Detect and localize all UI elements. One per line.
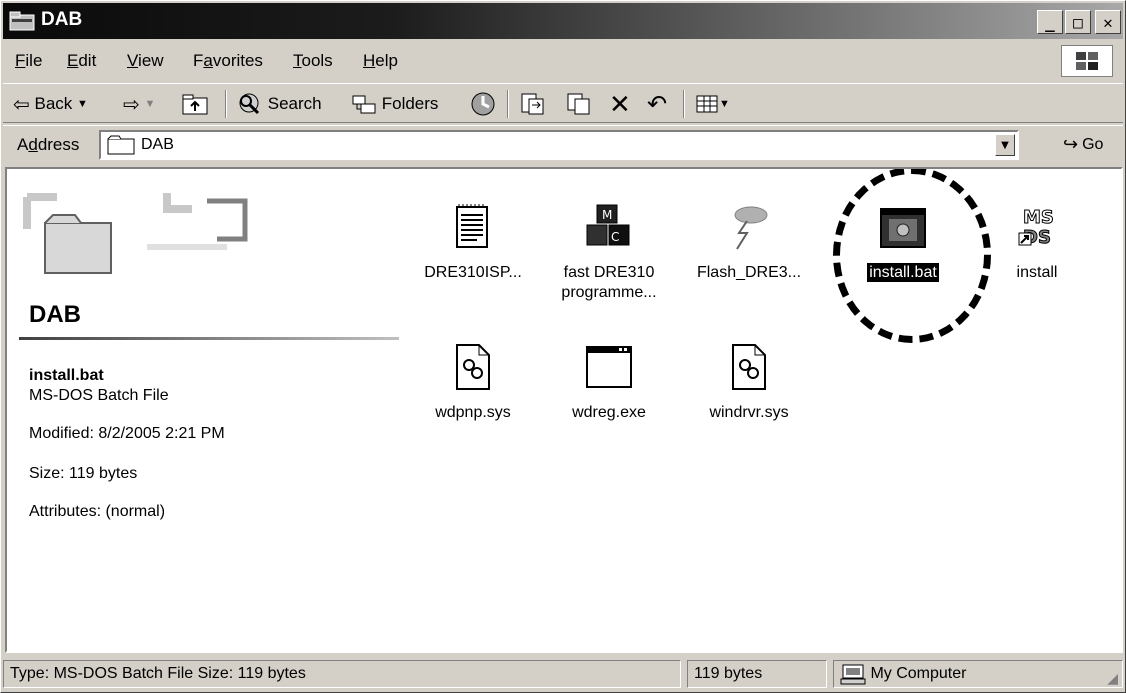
file-item-windrvr-sys[interactable]: windrvr.sys xyxy=(679,343,819,423)
move-to-icon xyxy=(521,93,544,115)
status-type: Type: MS-DOS Batch File Size: 119 bytes xyxy=(3,660,681,688)
go-button[interactable]: ↪ Go xyxy=(1063,134,1103,155)
history-button[interactable] xyxy=(469,90,497,118)
sidebar-divider xyxy=(19,337,399,340)
forward-arrow-icon: ⇨ xyxy=(123,93,140,116)
file-item-fast-dre310[interactable]: M C fast DRE310 programme... xyxy=(539,203,679,303)
move-to-button[interactable] xyxy=(519,90,547,118)
title-bar[interactable]: DAB _ □ ✕ xyxy=(3,3,1123,39)
folder-window-icon xyxy=(9,11,35,31)
modified-info: Modified: 8/2/2005 2:21 PM xyxy=(29,425,225,442)
file-item-wdpnp-sys[interactable]: wdpnp.sys xyxy=(403,343,543,423)
minimize-button[interactable]: _ xyxy=(1037,10,1063,34)
content-pane: DAB install.bat MS-DOS Batch File Modifi… xyxy=(5,167,1123,653)
folders-button[interactable]: Folders xyxy=(351,90,438,118)
search-button[interactable]: Search xyxy=(237,90,322,118)
back-arrow-icon: ⇦ xyxy=(13,93,30,116)
application-icon xyxy=(586,346,632,388)
selected-file-type: MS-DOS Batch File xyxy=(29,387,169,404)
up-folder-icon xyxy=(182,94,208,115)
views-button[interactable]: ▼ xyxy=(695,90,730,118)
window-title: DAB xyxy=(41,9,83,30)
address-value: DAB xyxy=(141,136,174,153)
history-icon xyxy=(471,92,495,116)
svg-text:MS: MS xyxy=(1023,207,1054,228)
status-bar: Type: MS-DOS Batch File Size: 119 bytes … xyxy=(3,658,1123,690)
folder-icon xyxy=(107,135,135,155)
forward-button[interactable]: ⇨ ▼ xyxy=(123,90,155,118)
address-label: Address xyxy=(17,135,80,154)
system-file-icon xyxy=(456,344,490,390)
status-size: 119 bytes xyxy=(687,660,827,688)
close-button[interactable]: ✕ xyxy=(1095,10,1121,34)
search-icon xyxy=(239,93,260,115)
highlight-dashed-circle xyxy=(833,169,991,343)
chevron-down-icon: ▼ xyxy=(77,98,88,110)
delete-x-icon: ✕ xyxy=(609,88,631,119)
menu-view[interactable]: View xyxy=(127,51,164,71)
storm-file-icon xyxy=(734,206,768,250)
menu-favorites[interactable]: Favorites xyxy=(193,51,263,71)
copy-to-button[interactable] xyxy=(565,90,593,118)
msdos-shortcut-icon: MS DS xyxy=(1018,207,1054,249)
notepad-file-icon xyxy=(456,204,488,248)
menu-file[interactable]: File xyxy=(15,51,42,71)
explorer-window: DAB _ □ ✕ File Edit View Favorites Tools… xyxy=(0,0,1126,693)
maximize-button[interactable]: □ xyxy=(1065,10,1091,34)
selected-file-name: install.bat xyxy=(29,367,104,384)
address-dropdown-button[interactable]: ▼ xyxy=(995,134,1015,156)
standard-toolbar: ⇦ Back ▼ ⇨ ▼ Search Folders ✕ ↶ ▼ xyxy=(3,83,1123,123)
chevron-down-icon: ▼ xyxy=(144,98,156,110)
file-item-flash-dre3[interactable]: Flash_DRE3... xyxy=(679,203,819,283)
folders-icon xyxy=(352,95,376,114)
blocks-file-icon: M C xyxy=(586,204,630,246)
my-computer-icon xyxy=(840,664,866,685)
file-item-dre310isp[interactable]: DRE310ISP... xyxy=(403,203,543,283)
svg-text:M: M xyxy=(602,208,612,222)
address-field[interactable]: DAB ▼ xyxy=(99,130,1019,160)
menu-tools[interactable]: Tools xyxy=(293,51,333,71)
system-file-icon xyxy=(732,344,766,390)
copy-to-icon xyxy=(567,93,590,115)
menu-help[interactable]: Help xyxy=(363,51,398,71)
address-bar: Address DAB ▼ ↪ Go xyxy=(3,125,1123,163)
undo-icon: ↶ xyxy=(647,90,668,118)
folder-watermark-icon xyxy=(23,193,248,274)
folder-title: DAB xyxy=(29,301,81,328)
undo-button[interactable]: ↶ xyxy=(647,90,667,118)
svg-text:C: C xyxy=(611,230,619,244)
size-info: Size: 119 bytes xyxy=(29,465,138,482)
delete-button[interactable]: ✕ xyxy=(609,88,631,119)
attributes-info: Attributes: (normal) xyxy=(29,503,166,520)
go-arrow-icon: ↪ xyxy=(1063,134,1079,154)
up-folder-button[interactable] xyxy=(181,90,209,118)
windows-logo-icon xyxy=(1061,45,1113,77)
menu-bar: File Edit View Favorites Tools Help xyxy=(3,43,1123,79)
chevron-down-icon: ▼ xyxy=(719,98,730,110)
resize-grip-icon[interactable]: ◢ xyxy=(1107,670,1118,687)
views-icon xyxy=(696,95,718,113)
back-button[interactable]: ⇦ Back ▼ xyxy=(13,90,88,118)
file-item-wdreg-exe[interactable]: wdreg.exe xyxy=(539,343,679,423)
status-zone: My Computer ◢ xyxy=(833,660,1123,688)
menu-edit[interactable]: Edit xyxy=(67,51,96,71)
